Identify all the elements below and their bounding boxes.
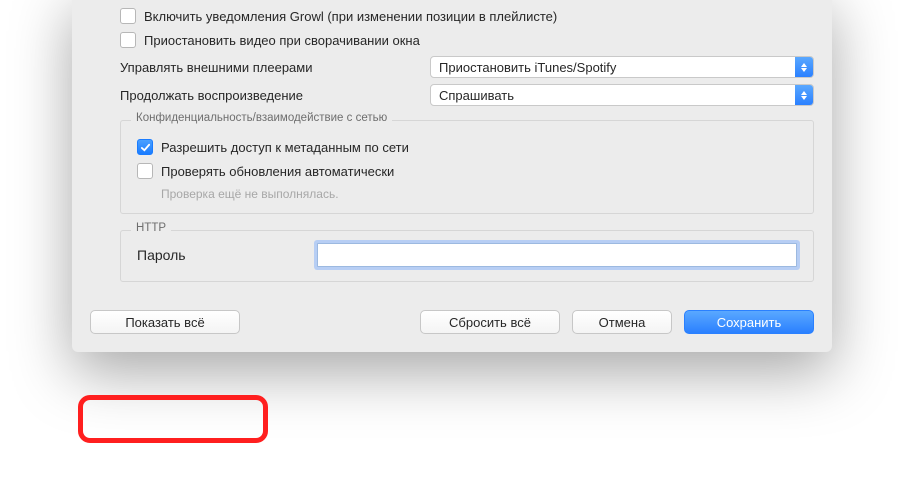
- http-group: HTTP Пароль: [120, 230, 814, 282]
- check-updates-label: Проверять обновления автоматически: [161, 164, 394, 179]
- allow-metadata-label: Разрешить доступ к метаданным по сети: [161, 140, 409, 155]
- external-players-value: Приостановить iTunes/Spotify: [439, 60, 616, 75]
- growl-checkbox-row: Включить уведомления Growl (при изменени…: [120, 8, 814, 24]
- button-bar: Показать всё Сбросить всё Отмена Сохрани…: [90, 310, 814, 334]
- preferences-window: Включить уведомления Growl (при изменени…: [72, 0, 832, 352]
- save-button[interactable]: Сохранить: [684, 310, 814, 334]
- update-status-text: Проверка ещё не выполнялась.: [161, 187, 797, 201]
- show-all-button[interactable]: Показать всё: [90, 310, 240, 334]
- password-row: Пароль: [137, 243, 797, 267]
- pause-minimize-row: Приостановить видео при сворачивании окн…: [120, 32, 814, 48]
- allow-metadata-row: Разрешить доступ к метаданным по сети: [137, 139, 797, 155]
- continue-playback-select[interactable]: Спрашивать: [430, 84, 814, 106]
- updown-icon: [795, 85, 813, 105]
- pause-minimize-checkbox[interactable]: [120, 32, 136, 48]
- external-players-select[interactable]: Приостановить iTunes/Spotify: [430, 56, 814, 78]
- external-players-row: Управлять внешними плеерами Приостановит…: [120, 56, 814, 78]
- pause-minimize-label: Приостановить видео при сворачивании окн…: [144, 33, 420, 48]
- continue-playback-label: Продолжать воспроизведение: [120, 88, 430, 103]
- allow-metadata-checkbox[interactable]: [137, 139, 153, 155]
- http-group-legend: HTTP: [131, 222, 171, 234]
- password-input[interactable]: [317, 243, 797, 267]
- continue-playback-row: Продолжать воспроизведение Спрашивать: [120, 84, 814, 106]
- check-icon: [140, 142, 151, 153]
- check-updates-checkbox[interactable]: [137, 163, 153, 179]
- reset-all-button[interactable]: Сбросить всё: [420, 310, 560, 334]
- check-updates-row: Проверять обновления автоматически: [137, 163, 797, 179]
- growl-checkbox-label: Включить уведомления Growl (при изменени…: [144, 9, 557, 24]
- highlight-annotation: [78, 395, 268, 443]
- continue-playback-value: Спрашивать: [439, 88, 514, 103]
- cancel-button[interactable]: Отмена: [572, 310, 672, 334]
- privacy-group: Конфиденциальность/взаимодействие с сеть…: [120, 120, 814, 214]
- password-label: Пароль: [137, 247, 317, 263]
- updown-icon: [795, 57, 813, 77]
- privacy-group-legend: Конфиденциальность/взаимодействие с сеть…: [131, 112, 392, 124]
- external-players-label: Управлять внешними плеерами: [120, 60, 430, 75]
- growl-checkbox[interactable]: [120, 8, 136, 24]
